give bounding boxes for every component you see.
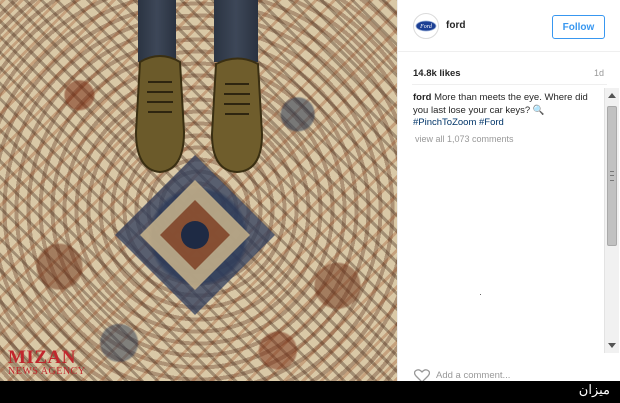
news-agency-watermark: MIZAN NEWS AGENCY [8,347,85,377]
add-comment-row: Add a comment... [398,368,620,381]
add-comment-input[interactable]: Add a comment... [436,370,510,381]
comments-scrollbar[interactable] [604,88,619,353]
post-username[interactable]: ford [446,20,465,31]
left-shoe [134,55,186,174]
post-age[interactable]: 1d [594,68,604,78]
agency-logo-mark: میزان [578,383,610,398]
ford-logo-icon: Ford [415,20,437,32]
heart-icon[interactable] [414,369,430,381]
scroll-down-arrow-icon[interactable] [608,343,616,348]
bottom-bar: میزان [0,381,620,403]
carpet-medallion [115,155,275,315]
right-leg [214,0,258,62]
scroll-up-arrow-icon[interactable] [608,93,616,98]
scrollbar-grip-icon [610,171,614,181]
avatar[interactable]: Ford [413,13,439,39]
post-sidebar: Ford ford Follow 14.8k likes 1d ford Mor… [397,0,620,381]
right-shoe [210,57,264,174]
likes-count[interactable]: 14.8k likes [413,68,461,79]
caption-username[interactable]: ford [413,92,431,103]
caption-text: More than meets the eye. Where did you l… [413,92,588,116]
scrollbar-thumb[interactable] [607,106,617,246]
watermark-subtitle: NEWS AGENCY [8,366,86,377]
view-all-comments-link[interactable]: view all 1,073 comments [415,134,514,144]
ford-logo-text: Ford [419,24,433,30]
post-photo[interactable]: MIZAN NEWS AGENCY [0,0,397,381]
hashtag-pinchtozoom[interactable]: #PinchToZoom [413,117,476,128]
post-header: Ford ford Follow [398,0,620,52]
post-caption: ford More than meets the eye. Where did … [413,92,598,130]
hashtag-ford[interactable]: #Ford [479,117,504,128]
stray-dot [480,294,481,295]
follow-button[interactable]: Follow [552,15,605,39]
divider [412,84,607,85]
